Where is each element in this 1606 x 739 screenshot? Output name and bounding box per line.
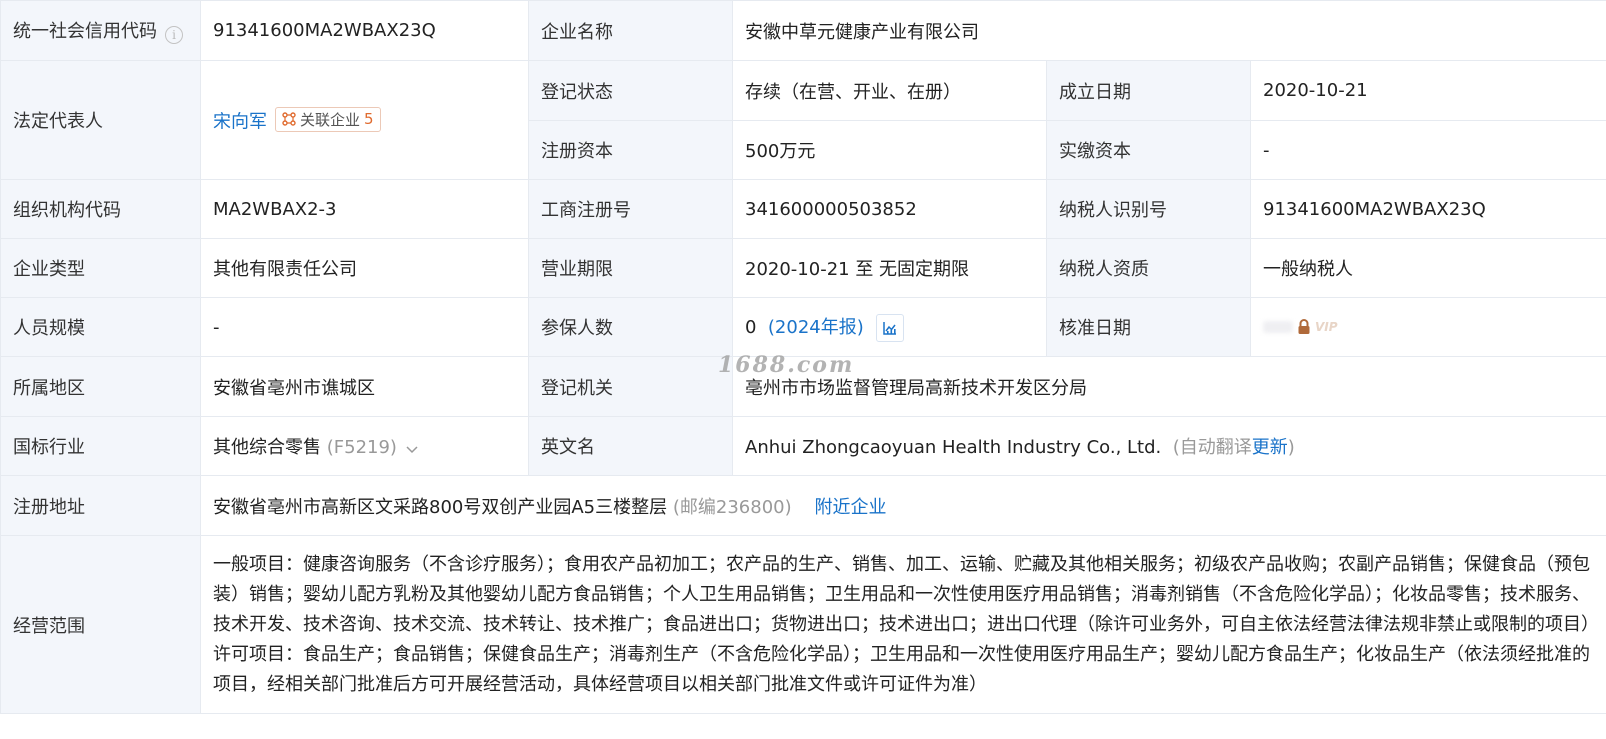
related-companies-button[interactable]: 关联企业 5 — [275, 106, 381, 132]
reg-capital-value: 500万元 — [732, 120, 1047, 180]
chevron-down-icon[interactable] — [405, 442, 419, 456]
vip-lock[interactable]: VIP — [1263, 318, 1338, 335]
english-name-label: 英文名 — [528, 416, 733, 476]
address-value: 安徽省亳州市高新区文采路800号双创产业园A5三楼整层 — [213, 496, 668, 518]
english-name-cell: Anhui Zhongcaoyuan Health Industry Co., … — [731, 416, 1606, 476]
network-icon — [282, 112, 296, 126]
taxpayer-qual-label: 纳税人资质 — [1046, 238, 1251, 298]
region-value: 安徽省亳州市谯城区 — [200, 356, 529, 417]
blurred-date — [1263, 320, 1293, 333]
biz-reg-no-label: 工商注册号 — [528, 179, 733, 239]
company-type-value: 其他有限责任公司 — [200, 238, 529, 298]
staff-size-label: 人员规模 — [0, 297, 201, 357]
founded-label: 成立日期 — [1046, 60, 1251, 121]
row-address: 注册地址 安徽省亳州市高新区文采路800号双创产业园A5三楼整层 (邮编2368… — [0, 475, 1606, 536]
row-reg-status: 法定代表人 宋向军 关联企业 5 登记状态 存续（在营、开业、在册） 成立日期 20… — [0, 60, 1606, 180]
biz-term-label: 营业期限 — [528, 238, 733, 298]
related-count: 5 — [364, 110, 374, 129]
approval-date-cell: VIP — [1249, 297, 1606, 357]
watermark: 1688.com — [718, 352, 855, 378]
taxpayer-qual-value: 一般纳税人 — [1249, 238, 1606, 298]
staff-size-value: - — [200, 297, 529, 357]
lock-icon — [1298, 318, 1310, 334]
industry-label: 国标行业 — [0, 416, 201, 476]
postcode: (邮编236800) — [672, 496, 792, 518]
row-credit-code: 统一社会信用代码 i 91341600MA2WBAX23Q 企业名称 安徽中草元健… — [0, 0, 1606, 61]
row-staff-size: 人员规模 - 参保人数 0 (2024年报) 核准日期 VIP — [0, 297, 1606, 357]
company-name-value: 安徽中草元健康产业有限公司 — [731, 0, 1606, 61]
legal-rep-cell: 宋向军 关联企业 5 — [200, 60, 529, 180]
row-industry: 国标行业 其他综合零售 (F5219) 英文名 Anhui Zhongcaoyu… — [0, 416, 1606, 476]
related-label: 关联企业 — [300, 110, 361, 129]
scope-label: 经营范围 — [0, 535, 201, 714]
credit-code-label: 统一社会信用代码 i — [0, 0, 201, 61]
nearby-companies-link[interactable]: 附近企业 — [815, 497, 887, 518]
info-icon[interactable]: i — [165, 26, 183, 44]
company-type-label: 企业类型 — [0, 238, 201, 298]
company-name-label: 企业名称 — [528, 0, 733, 61]
org-code-value: MA2WBAX2-3 — [200, 179, 529, 239]
industry-code: (F5219) — [326, 437, 397, 458]
insured-cell: 0 (2024年报) — [732, 297, 1047, 357]
annual-report-link[interactable]: (2024年报) — [768, 317, 864, 338]
reg-status-label: 登记状态 — [528, 60, 733, 121]
industry-value: 其他综合零售 — [213, 437, 321, 458]
row-org-code: 组织机构代码 MA2WBAX2-3 工商注册号 341600000503852 … — [0, 179, 1606, 239]
org-code-label: 组织机构代码 — [0, 179, 201, 239]
scope-value: 一般项目：健康咨询服务（不含诊疗服务）；食用农产品初加工；农产品的生产、销售、加… — [199, 535, 1606, 714]
vip-tag: VIP — [1315, 319, 1338, 334]
approval-date-label: 核准日期 — [1046, 297, 1251, 357]
reg-authority-label: 登记机关 — [528, 356, 733, 417]
row-scope: 经营范围 一般项目：健康咨询服务（不含诊疗服务）；食用农产品初加工；农产品的生产… — [0, 535, 1606, 714]
legal-rep-link[interactable]: 宋向军 — [213, 111, 267, 132]
auto-translate-close: ) — [1287, 437, 1295, 458]
insured-value: 0 — [745, 316, 757, 338]
update-link[interactable]: 更新 — [1252, 437, 1288, 458]
paid-capital-value: - — [1249, 120, 1606, 180]
legal-rep-label: 法定代表人 — [0, 60, 201, 180]
biz-term-value: 2020-10-21 至 无固定期限 — [732, 238, 1047, 298]
address-label: 注册地址 — [0, 475, 201, 536]
region-label: 所属地区 — [0, 356, 201, 417]
address-cell: 安徽省亳州市高新区文采路800号双创产业园A5三楼整层 (邮编236800) 附… — [199, 475, 1606, 536]
insured-label: 参保人数 — [528, 297, 733, 357]
paid-capital-label: 实缴资本 — [1046, 120, 1251, 180]
auto-translate-note: (自动翻译 — [1172, 437, 1252, 458]
reg-authority-value: 亳州市市场监督管理局高新技术开发区分局 — [731, 356, 1606, 417]
taxpayer-id-label: 纳税人识别号 — [1046, 179, 1251, 239]
row-company-type: 企业类型 其他有限责任公司 营业期限 2020-10-21 至 无固定期限 纳税… — [0, 238, 1606, 298]
reg-capital-label: 注册资本 — [528, 120, 733, 180]
reg-status-value: 存续（在营、开业、在册） — [732, 60, 1047, 121]
chart-icon — [883, 321, 896, 335]
industry-cell[interactable]: 其他综合零售 (F5219) — [200, 416, 529, 476]
trend-chart-button[interactable] — [875, 313, 904, 342]
credit-code-value: 91341600MA2WBAX23Q — [200, 0, 529, 61]
founded-value: 2020-10-21 — [1249, 60, 1606, 121]
biz-reg-no-value: 341600000503852 — [732, 179, 1047, 239]
english-name-value: Anhui Zhongcaoyuan Health Industry Co., … — [745, 437, 1162, 458]
taxpayer-id-value: 91341600MA2WBAX23Q — [1249, 179, 1606, 239]
